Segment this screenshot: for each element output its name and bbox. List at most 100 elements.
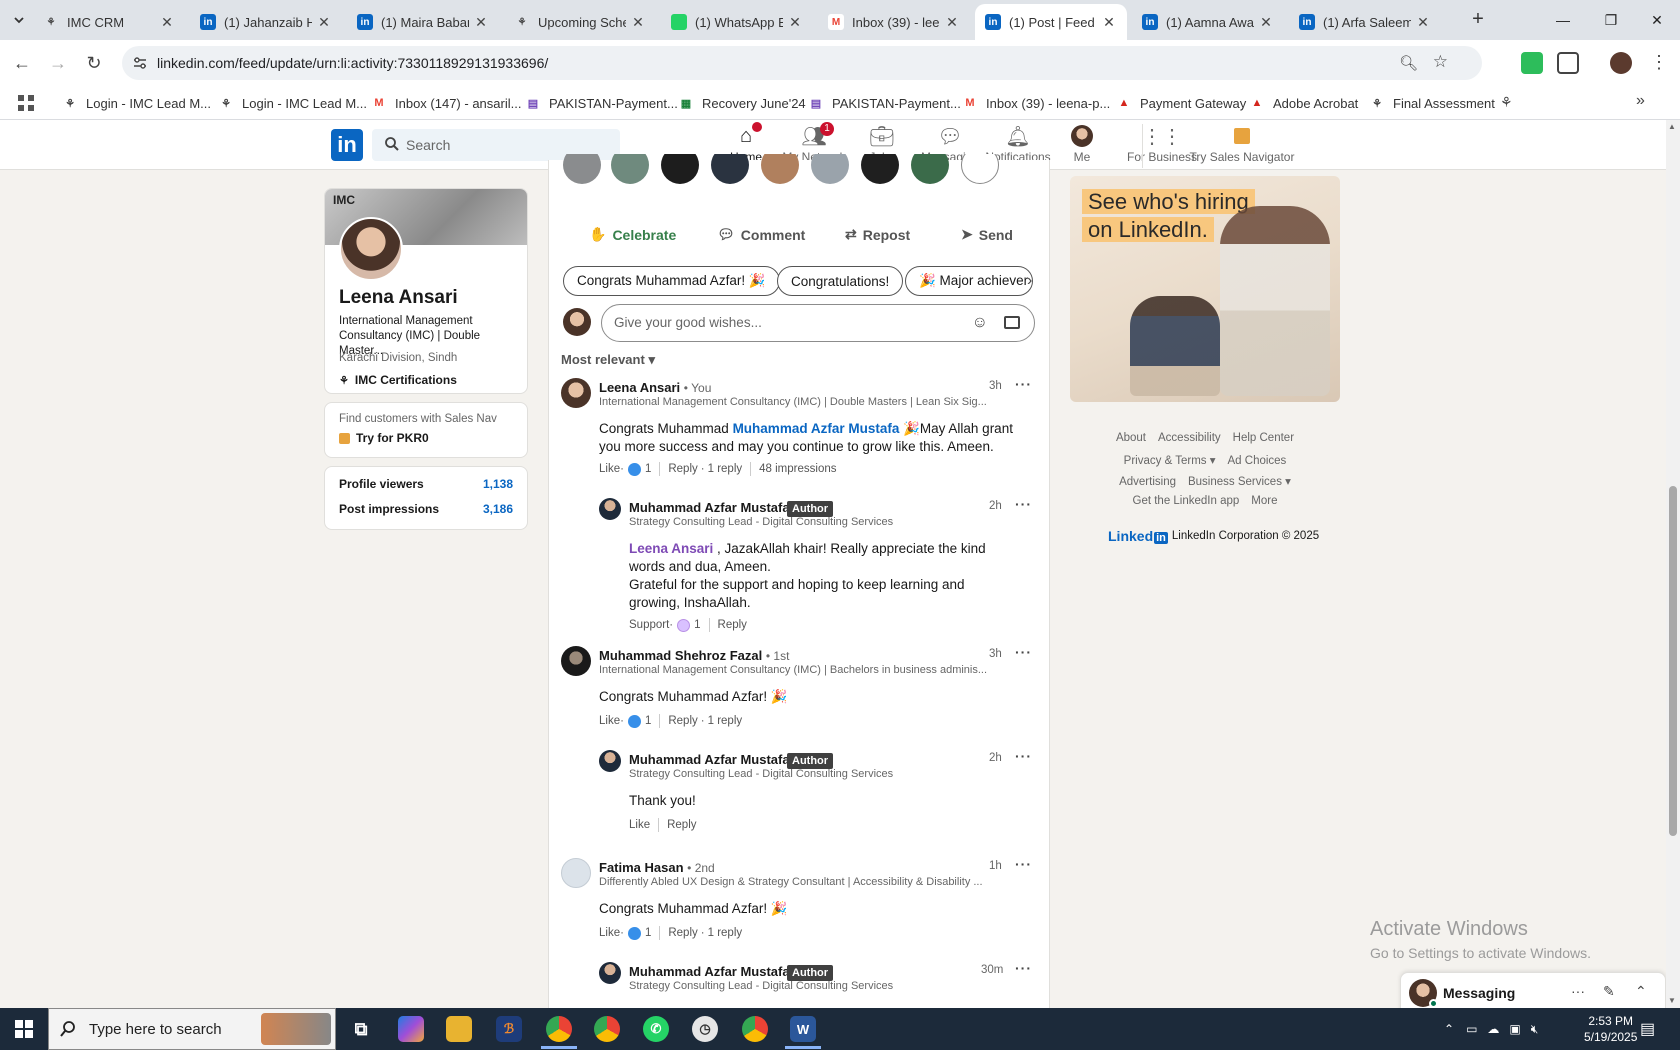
- comment-author[interactable]: Muhammad Shehroz Fazal • 1st: [599, 648, 789, 663]
- reaction-count[interactable]: 1: [694, 619, 700, 631]
- scrollbar-thumb[interactable]: [1669, 486, 1677, 836]
- replies-count[interactable]: 1 reply: [708, 715, 743, 727]
- whatsapp-icon[interactable]: ✆: [643, 1016, 669, 1042]
- browser-tab[interactable]: in (1) Jahanzaib Hu✕: [190, 4, 342, 40]
- scroll-up-arrow[interactable]: ▲: [1668, 122, 1676, 131]
- browser-tab[interactable]: (1) WhatsApp Bu✕: [661, 4, 813, 40]
- more-bookmarks-icon[interactable]: »: [1636, 92, 1645, 110]
- reply-button[interactable]: Reply: [668, 927, 697, 939]
- close-tab-icon[interactable]: ✕: [1258, 14, 1274, 31]
- author-avatar[interactable]: [599, 962, 621, 984]
- profile-photo[interactable]: [339, 217, 403, 281]
- close-window-button[interactable]: ✕: [1634, 0, 1680, 40]
- task-view-icon[interactable]: ⧉: [348, 1016, 374, 1042]
- mention-link[interactable]: Leena Ansari: [629, 541, 713, 556]
- reaction-count[interactable]: 1: [645, 463, 651, 475]
- close-tab-icon[interactable]: ✕: [159, 14, 175, 31]
- commenter-avatar[interactable]: [561, 858, 591, 888]
- site-settings-icon[interactable]: [132, 55, 148, 71]
- image-icon[interactable]: [1004, 316, 1020, 329]
- footer-link[interactable]: Help Center: [1233, 432, 1294, 444]
- commenter-avatar[interactable]: [561, 378, 591, 408]
- bookmark-item[interactable]: ⚘ Login - IMC Lead M...: [218, 92, 367, 114]
- taskbar-search-input[interactable]: Type here to search: [48, 1008, 336, 1050]
- bookmark-item[interactable]: ▤ PAKISTAN-Payment...: [808, 92, 961, 114]
- footer-link[interactable]: Get the LinkedIn app: [1133, 495, 1240, 507]
- footer-link[interactable]: Accessibility: [1158, 432, 1221, 444]
- close-tab-icon[interactable]: ✕: [630, 14, 646, 31]
- profile-company[interactable]: ⚘ IMC Certifications: [339, 373, 457, 387]
- bookmark-item[interactable]: M Inbox (147) - ansaril...: [371, 92, 521, 114]
- apps-grid-icon[interactable]: [17, 94, 35, 115]
- compose-icon[interactable]: ✎: [1603, 983, 1615, 1000]
- meet-icon[interactable]: ▭: [1466, 1022, 1477, 1036]
- chrome-icon[interactable]: [742, 1016, 768, 1042]
- file-explorer-icon[interactable]: [446, 1016, 472, 1042]
- nav-try-sales-navigator[interactable]: Try Sales Navigator: [1186, 124, 1298, 170]
- profile-card[interactable]: IMC Leena Ansari International Managemen…: [324, 188, 528, 394]
- forward-button[interactable]: →: [44, 49, 72, 77]
- back-button[interactable]: ←: [8, 49, 36, 77]
- browser-tab[interactable]: in (1) Maira Babar | ✕: [347, 4, 499, 40]
- commenter-avatar[interactable]: [561, 646, 591, 676]
- more-options-icon[interactable]: ···: [1015, 748, 1032, 764]
- close-tab-icon[interactable]: ✕: [1415, 14, 1431, 31]
- minimize-button[interactable]: —: [1540, 0, 1586, 40]
- profile-name[interactable]: Leena Ansari: [339, 287, 458, 309]
- sales-nav-cta[interactable]: Try for PKR0: [339, 431, 429, 445]
- like-button[interactable]: Like: [599, 463, 620, 475]
- browser-tab[interactable]: in (1) Arfa Saleem ✕: [1289, 4, 1441, 40]
- extensions-puzzle-icon[interactable]: [1557, 52, 1579, 74]
- chevron-right-icon[interactable]: ›: [1027, 272, 1032, 290]
- bookmark-item[interactable]: ⚘ Final Assessment: [1369, 92, 1495, 114]
- footer-link[interactable]: More: [1251, 495, 1277, 507]
- comment-input[interactable]: Give your good wishes... ☺: [601, 304, 1035, 342]
- close-tab-icon[interactable]: ✕: [944, 14, 960, 31]
- menu-kebab-icon[interactable]: ⋮: [1650, 52, 1668, 73]
- bookmark-item[interactable]: M Inbox (39) - leena-p...: [962, 92, 1110, 114]
- bookmark-item[interactable]: ▲ Payment Gateway: [1116, 92, 1247, 114]
- stat-row[interactable]: Profile viewers 1,138: [339, 477, 513, 491]
- like-button[interactable]: Like: [599, 715, 620, 727]
- bookmark-item[interactable]: ▤ PAKISTAN-Payment...: [525, 92, 678, 114]
- address-bar[interactable]: linkedin.com/feed/update/urn:li:activity…: [122, 46, 1482, 80]
- volume-muted-icon[interactable]: 🔇︎: [1531, 1022, 1539, 1037]
- comment-button[interactable]: 💬︎ Comment: [717, 226, 805, 243]
- quick-reply-chip[interactable]: Congratulations!: [777, 266, 904, 296]
- profile-avatar[interactable]: [1610, 52, 1632, 74]
- close-tab-icon[interactable]: ✕: [787, 14, 803, 31]
- clock-app-icon[interactable]: ◷: [692, 1016, 718, 1042]
- like-button[interactable]: Like: [599, 927, 620, 939]
- footer-link[interactable]: About: [1116, 432, 1146, 444]
- zoom-icon[interactable]: 🔍︎: [1399, 54, 1418, 72]
- more-options-icon[interactable]: ···: [1015, 856, 1032, 872]
- nav-me[interactable]: Me: [1046, 124, 1118, 170]
- reload-button[interactable]: ↻: [80, 49, 108, 77]
- chrome-icon[interactable]: [594, 1016, 620, 1042]
- author-avatar[interactable]: [599, 750, 621, 772]
- footer-link[interactable]: Privacy & Terms ▾: [1124, 455, 1216, 467]
- tray-overflow-icon[interactable]: ⌃: [1444, 1022, 1454, 1036]
- browser-tab[interactable]: ⚘ IMC CRM ✕: [33, 4, 185, 40]
- comment-author[interactable]: Fatima Hasan • 2nd: [599, 860, 715, 875]
- system-clock[interactable]: 2:53 PM 5/19/2025: [1584, 1013, 1637, 1045]
- more-options-icon[interactable]: ···: [1015, 376, 1032, 392]
- chevron-up-icon[interactable]: ⌃: [1635, 983, 1647, 1000]
- close-tab-icon[interactable]: ✕: [316, 14, 332, 31]
- more-options-icon[interactable]: ···: [1015, 496, 1032, 512]
- word-icon[interactable]: W: [790, 1016, 816, 1042]
- extension-icon[interactable]: [1521, 52, 1543, 74]
- reply-button[interactable]: Reply: [667, 819, 696, 831]
- reply-button[interactable]: Reply: [668, 715, 697, 727]
- restore-button[interactable]: ❐: [1588, 0, 1634, 40]
- tab-search-button[interactable]: [6, 8, 32, 32]
- close-tab-icon[interactable]: ✕: [473, 14, 489, 31]
- replies-count[interactable]: 1 reply: [708, 927, 743, 939]
- author-avatar[interactable]: [599, 498, 621, 520]
- quick-reply-chip[interactable]: Congrats Muhammad Azfar! 🎉: [563, 266, 780, 296]
- reply-author-name[interactable]: Muhammad Azfar Mustafa: [629, 964, 790, 979]
- hiring-ad[interactable]: See who's hiring on LinkedIn.: [1070, 176, 1340, 402]
- start-button[interactable]: [0, 1008, 48, 1050]
- like-button[interactable]: Like: [629, 819, 650, 831]
- repost-button[interactable]: ⇄ Repost: [845, 226, 910, 243]
